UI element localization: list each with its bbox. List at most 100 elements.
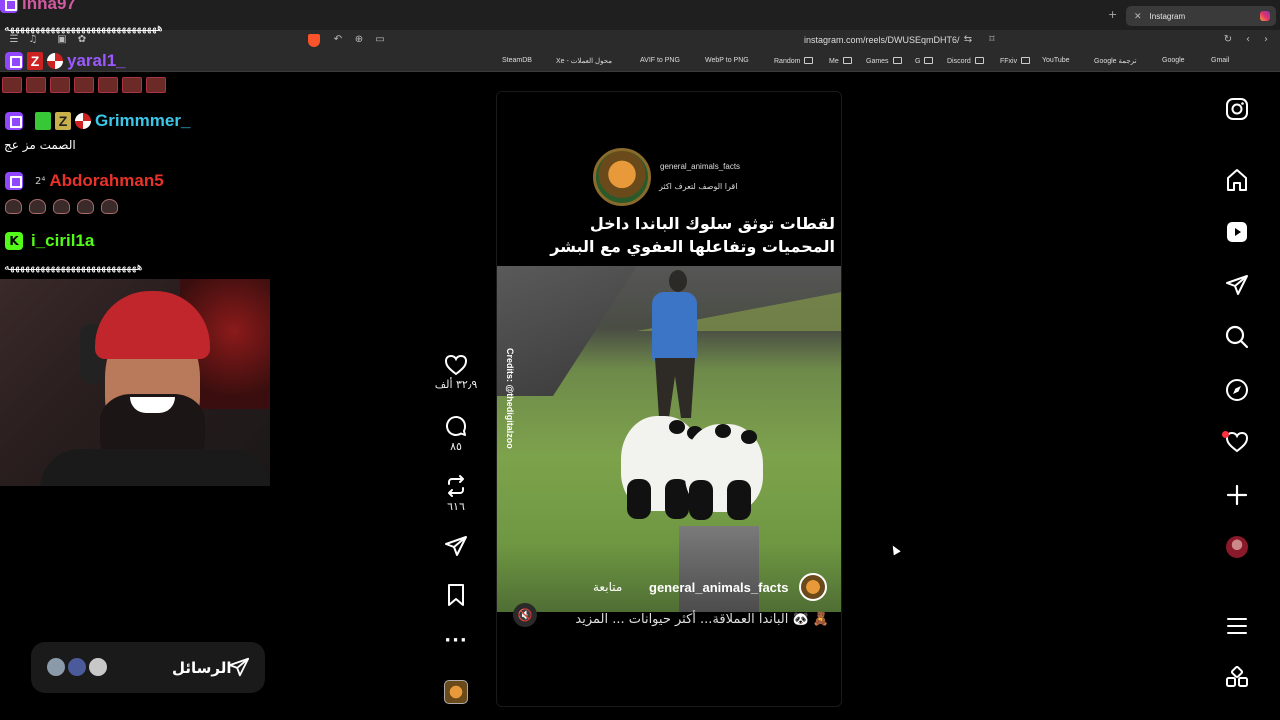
chat-message: Z yaral1_ (0, 51, 126, 71)
menu-icon[interactable]: ☰ (8, 34, 20, 46)
bookmark-google[interactable]: Google (1162, 57, 1185, 64)
bookmark-youtube[interactable]: YouTube (1042, 57, 1070, 64)
comment-button[interactable]: ٨٥ (440, 414, 472, 453)
chat-emotes (5, 199, 125, 218)
reel-caption[interactable]: 🧸 🐼 الباندا العملاقة... أكثر حيوانات ...… (537, 612, 829, 627)
reel-credits: Credits: @thedigitalzoo (505, 348, 515, 449)
bookmark-gmail[interactable]: Gmail (1211, 57, 1229, 64)
cast-icon[interactable]: ▭ (374, 34, 386, 46)
chat-username: inna97 (22, 0, 76, 13)
like-count: ٣٢٫٩ ألف (434, 378, 478, 391)
instagram-icon[interactable] (1224, 96, 1250, 122)
back-history-icon[interactable]: ↶ (332, 34, 344, 46)
avatar (45, 656, 67, 678)
reel-video-player[interactable]: general_animals_facts اقرا الوصف لتعرف ا… (496, 91, 842, 707)
chat-username: yaral1_ (67, 51, 126, 70)
new-tab-button[interactable]: + (1108, 8, 1117, 21)
chat-message: 2⁴ Abdorahman5 (0, 171, 164, 191)
chat-username: Abdorahman5 (49, 171, 164, 190)
bookmark-steamdb[interactable]: SteamDB (502, 57, 532, 64)
translate-icon[interactable]: ⇆ (962, 34, 974, 46)
send-icon (445, 536, 467, 556)
send-icon[interactable] (1224, 272, 1250, 298)
like-button[interactable]: ٣٢٫٩ ألف (435, 354, 477, 391)
bookmark-me[interactable]: Me (829, 57, 852, 65)
emote (5, 199, 22, 214)
bookmark-page-icon[interactable]: ⌑ (986, 34, 998, 46)
tab-instagram[interactable]: ✕ Instagram (1126, 6, 1276, 26)
menu-icon[interactable] (1224, 613, 1250, 639)
comment-count: ٨٥ (450, 440, 462, 453)
bookmark-google-translate[interactable]: Google ترجمة (1094, 57, 1136, 65)
home-icon[interactable] (1224, 167, 1250, 193)
reel-account-subtitle: اقرا الوصف لتعرف اكثر (659, 182, 738, 191)
bookmark-xe[interactable]: Xe - محول العملات (556, 57, 612, 65)
bookmark-avif[interactable]: AVIF to PNG (640, 57, 680, 64)
tiger-logo-icon (593, 148, 651, 206)
emote (146, 77, 166, 93)
share-button[interactable] (440, 534, 472, 558)
music-icon[interactable]: ♫ (27, 34, 39, 46)
bookmark-webp[interactable]: WebP to PNG (705, 57, 749, 64)
emote (98, 77, 118, 93)
explore-icon[interactable] (1224, 377, 1250, 403)
bookmark-icon (448, 584, 464, 606)
chat-text: الصمت مز عج (4, 138, 76, 152)
reel-account-avatar[interactable] (799, 573, 827, 601)
emote (122, 77, 142, 93)
apps-icon[interactable] (1224, 665, 1250, 691)
follow-button[interactable]: متابعة (593, 580, 622, 594)
more-options-icon[interactable]: ··· (440, 630, 472, 651)
extension-icon[interactable]: ✿ (76, 34, 88, 46)
reels-icon[interactable] (1224, 219, 1250, 245)
forward-icon[interactable]: › (1260, 34, 1272, 46)
mute-icon[interactable]: 🔇 (513, 603, 537, 627)
emote (29, 199, 46, 214)
chat-message: Z Grimmmer_ (0, 111, 190, 131)
reel-header: general_animals_facts اقرا الوصف لتعرف ا… (497, 92, 841, 266)
bookmark-ffxiv[interactable]: FFxiv (1000, 57, 1031, 65)
reel-account-name[interactable]: general_animals_facts (649, 580, 788, 595)
reload-icon[interactable]: ↻ (1222, 34, 1234, 46)
chat-username: i_ciril1a (31, 231, 95, 250)
heart-icon (444, 354, 468, 376)
back-icon[interactable]: ‹ (1242, 34, 1254, 46)
create-icon[interactable] (1224, 482, 1250, 508)
reel-account-watermark: general_animals_facts (660, 162, 741, 171)
avatar (66, 656, 88, 678)
repost-button[interactable]: ٦١٦ (440, 474, 472, 513)
address-bar[interactable]: instagram.com/reels/DWUSEqmDHT6/ (804, 35, 960, 45)
bookmark-games[interactable]: Games (866, 57, 902, 65)
chat-text: ههههههههههههههههههههههههههههههه (4, 21, 163, 34)
reel-footage: Credits: @thedigitalzoo (497, 266, 841, 612)
emote-badge (35, 112, 51, 130)
chat-message: K i_ciril1a (0, 231, 94, 251)
save-button[interactable] (440, 583, 472, 607)
emote (101, 199, 118, 214)
close-tab-icon[interactable]: ✕ (1134, 11, 1142, 22)
bookmark-g[interactable]: G (915, 57, 934, 65)
twitch-icon (5, 112, 23, 130)
bookmark-random[interactable]: Random (774, 57, 814, 65)
calendar-icon[interactable]: ▣ (56, 34, 68, 46)
audio-avatar[interactable] (444, 680, 468, 704)
profile-avatar[interactable] (1226, 536, 1248, 558)
repost-icon (448, 475, 464, 497)
instagram-favicon-icon (1260, 11, 1270, 21)
emote (53, 199, 70, 214)
emote (50, 77, 70, 93)
notification-dot (1222, 431, 1229, 438)
avatar (87, 656, 109, 678)
browser-titlebar: + ✕ Instagram (0, 0, 1280, 30)
twitch-icon (5, 52, 23, 70)
zoom-icon[interactable]: ⊕ (353, 34, 365, 46)
emote-z: Z (55, 112, 71, 130)
emote-z: Z (27, 52, 43, 70)
repost-count: ٦١٦ (447, 500, 465, 513)
brave-shield-icon[interactable] (308, 34, 320, 47)
browser-toolbar (0, 30, 1280, 54)
search-icon[interactable] (1224, 324, 1250, 350)
bookmark-discord[interactable]: Discord (947, 57, 984, 65)
emote-umbrella (47, 53, 63, 69)
twitch-icon (5, 172, 23, 190)
